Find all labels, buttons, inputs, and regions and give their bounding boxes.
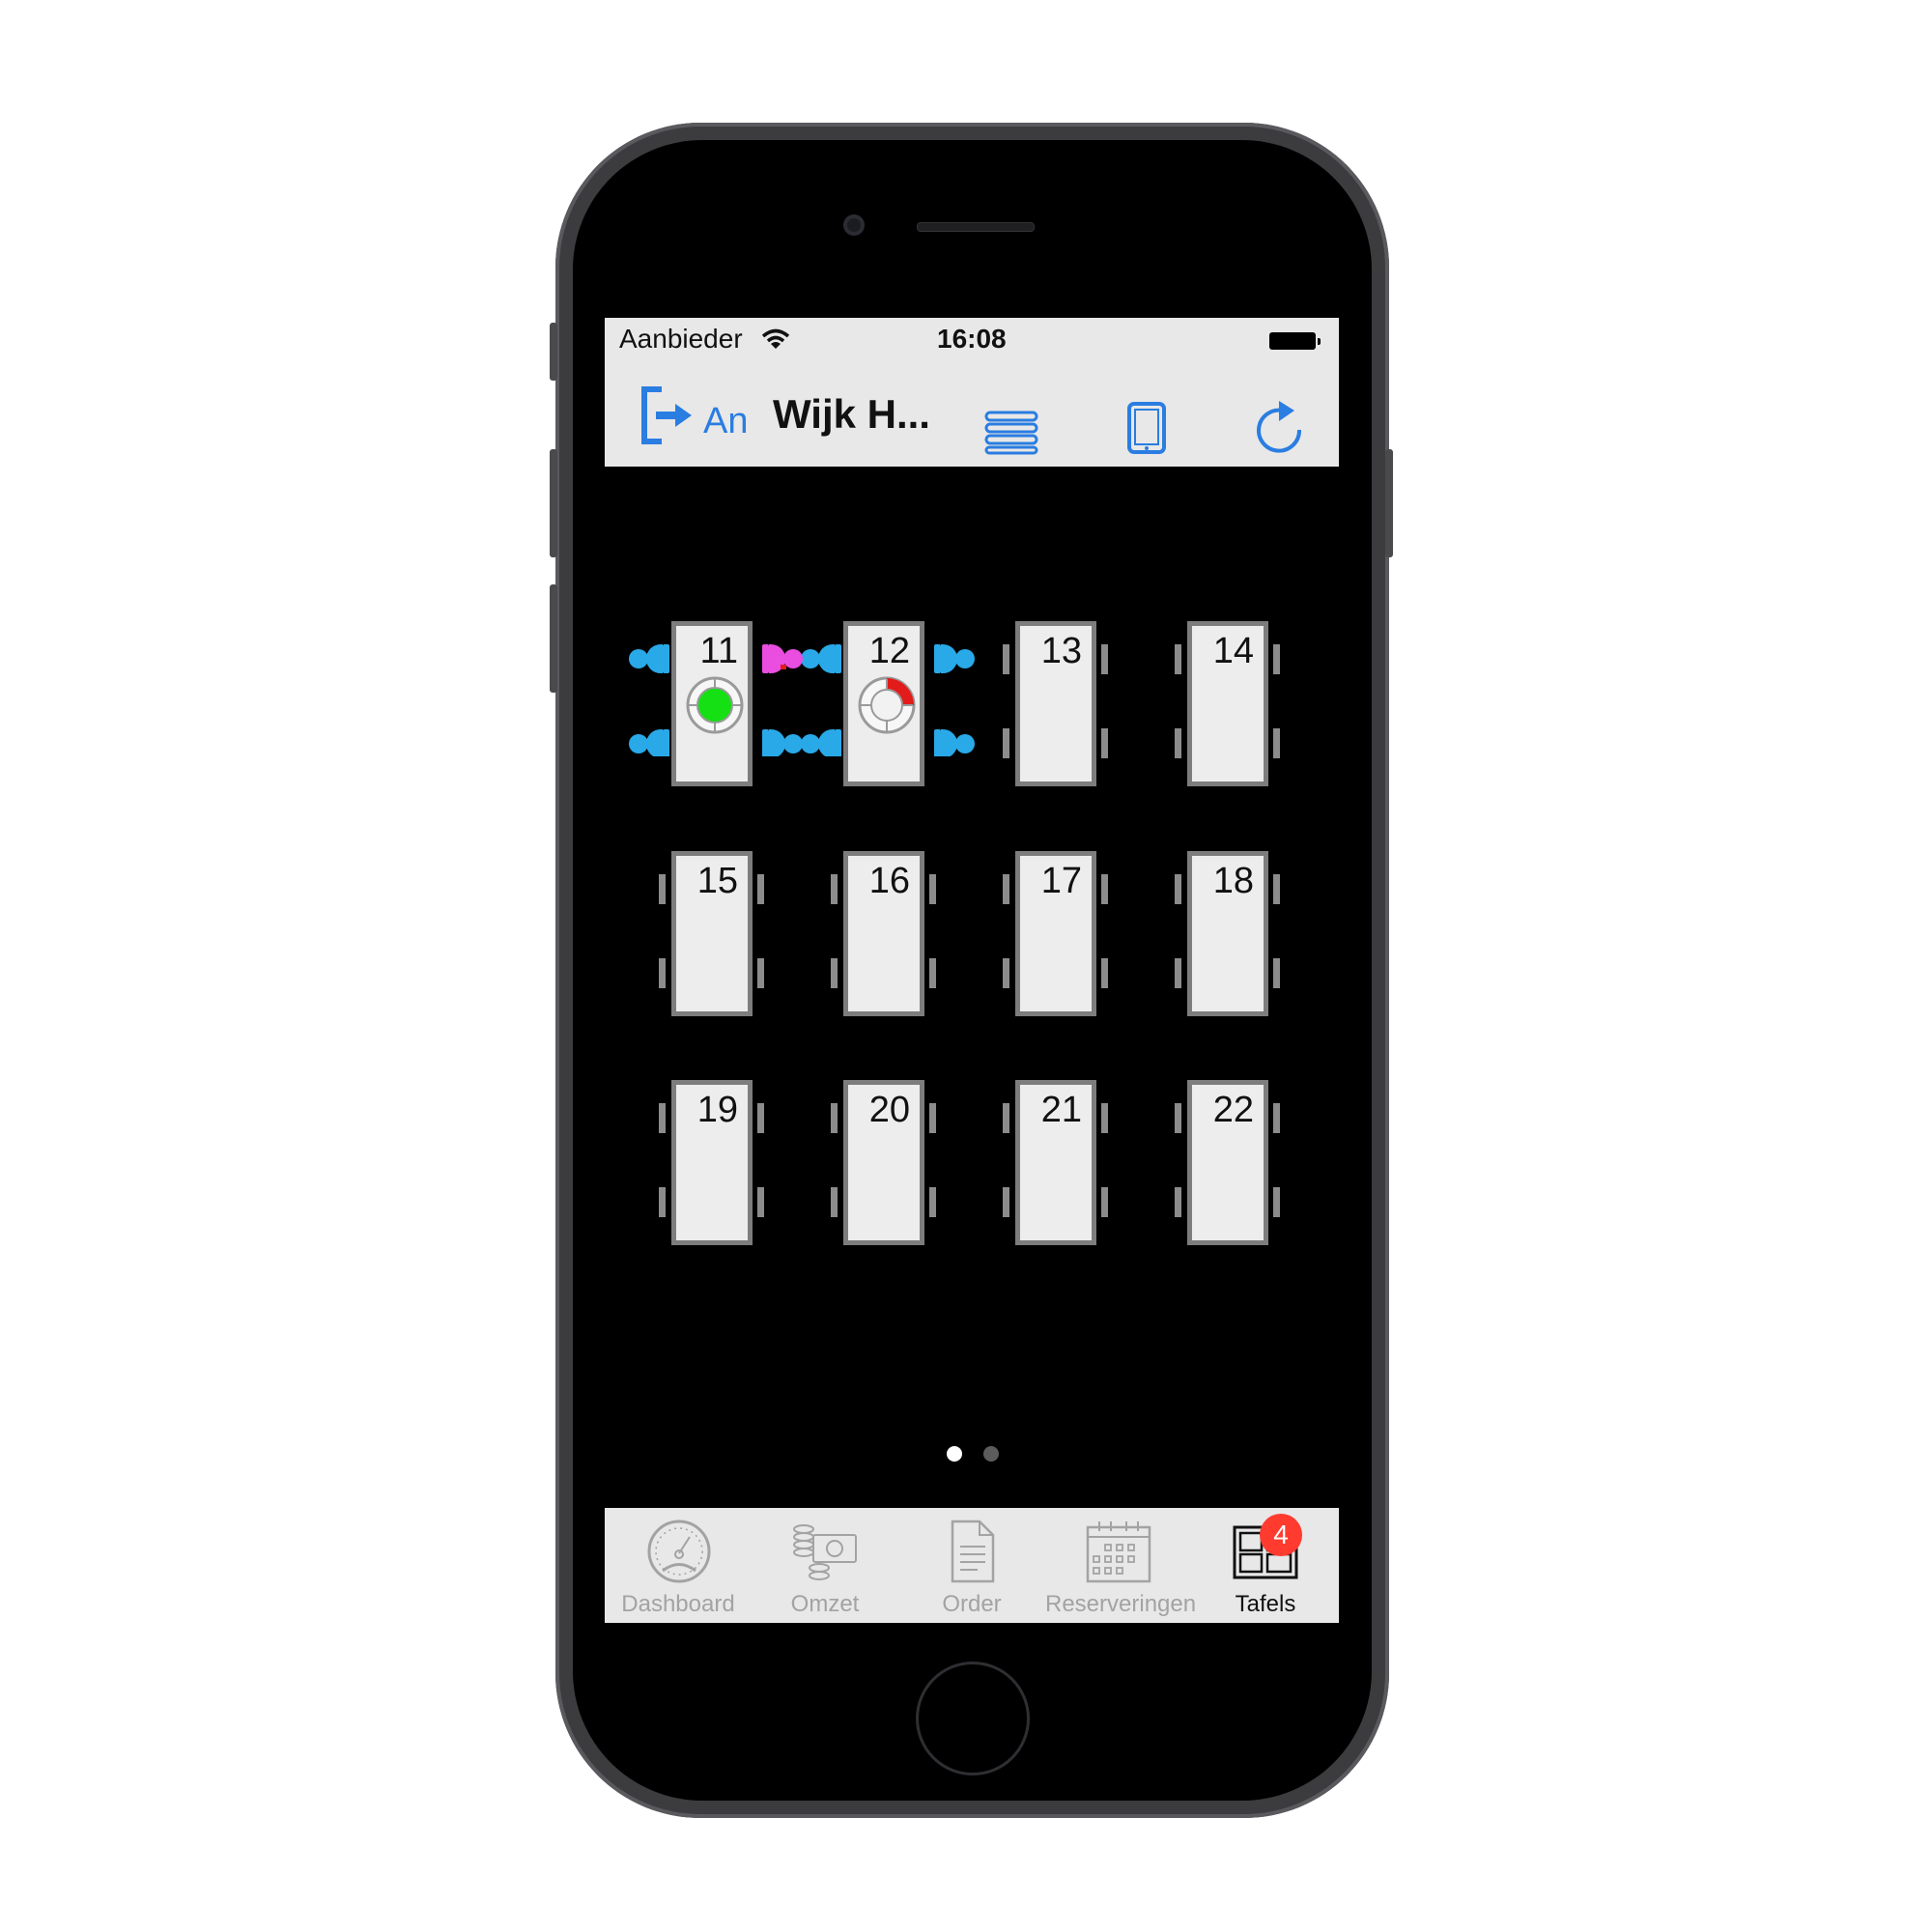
- document-icon: [951, 1520, 995, 1583]
- floor-plan: 11 12 13 14 15 16 17 18 19 20 21 22: [605, 467, 1339, 1623]
- tab-reserveringen[interactable]: Reserveringen: [1045, 1508, 1197, 1623]
- calendar-icon: [1086, 1521, 1151, 1583]
- logout-icon[interactable]: [639, 385, 695, 445]
- notification-badge: 4: [1260, 1514, 1302, 1556]
- tab-label: Reserveringen: [1045, 1591, 1197, 1617]
- power-button: [1385, 449, 1393, 557]
- tab-tafels[interactable]: 4 Tafels: [1192, 1508, 1339, 1623]
- tab-bar: Dashboard Omzet Order Reserveringen 4 Ta…: [605, 1508, 1339, 1623]
- refresh-icon[interactable]: [1254, 401, 1306, 457]
- nav-bar: An Wijk H...: [605, 360, 1339, 467]
- list-icon[interactable]: [984, 411, 1040, 455]
- tab-label: Dashboard: [621, 1591, 735, 1617]
- home-button[interactable]: [916, 1662, 1030, 1776]
- coins-icon: [793, 1524, 857, 1580]
- mute-switch: [550, 323, 557, 381]
- page-dot[interactable]: [983, 1446, 999, 1462]
- page-dot-active[interactable]: [947, 1446, 962, 1462]
- status-time: 16:08: [937, 324, 1007, 354]
- tab-label: Tafels: [1235, 1591, 1296, 1617]
- volume-down-button: [550, 584, 557, 693]
- tab-omzet[interactable]: Omzet: [752, 1508, 898, 1623]
- battery-icon: [1269, 332, 1321, 350]
- user-name[interactable]: An: [703, 401, 748, 442]
- tab-order[interactable]: Order: [898, 1508, 1045, 1623]
- wifi-icon: [761, 328, 790, 349]
- earpiece-speaker: [917, 222, 1035, 232]
- carrier-label: Aanbieder: [619, 324, 743, 354]
- volume-up-button: [550, 449, 557, 557]
- tab-dashboard[interactable]: Dashboard: [605, 1508, 752, 1623]
- screen: Aanbieder 16:08 An Wijk H... 11 12 13 14…: [605, 318, 1339, 1623]
- tab-label: Omzet: [790, 1591, 860, 1617]
- venue-title: Wijk H...: [773, 391, 930, 437]
- status-bar: Aanbieder 16:08: [605, 318, 1339, 360]
- speedometer-icon: [647, 1520, 711, 1583]
- front-camera: [843, 214, 865, 236]
- chairs-overlay: [659, 644, 1280, 1217]
- tablet-icon[interactable]: [1126, 401, 1167, 455]
- tab-label: Order: [942, 1591, 1002, 1617]
